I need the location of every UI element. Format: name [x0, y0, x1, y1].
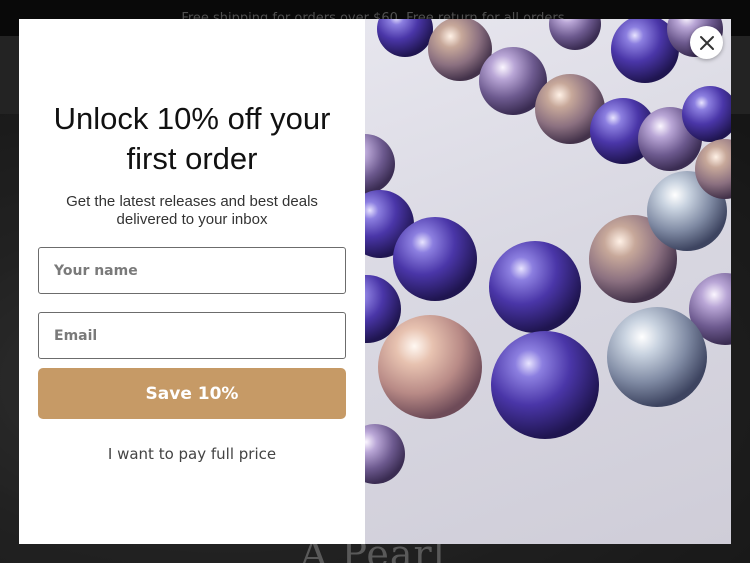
- popup-headline: Unlock 10% off your first order: [53, 101, 331, 176]
- close-icon: [699, 35, 714, 50]
- name-field[interactable]: [38, 247, 346, 294]
- email-field[interactable]: [38, 312, 346, 359]
- pearls-illustration: [365, 19, 731, 484]
- pearl-necklace-image: [365, 19, 731, 544]
- email-input[interactable]: [54, 313, 345, 358]
- save-discount-button[interactable]: Save 10%: [38, 368, 346, 419]
- popup-form-panel: Unlock 10% off your first order Get the …: [19, 19, 365, 544]
- decline-link[interactable]: I want to pay full price: [108, 445, 276, 463]
- close-button[interactable]: [690, 26, 723, 59]
- name-input[interactable]: [54, 248, 345, 293]
- popup-subtext: Get the latest releases and best deals d…: [66, 193, 318, 228]
- discount-popup: Unlock 10% off your first order Get the …: [19, 19, 731, 544]
